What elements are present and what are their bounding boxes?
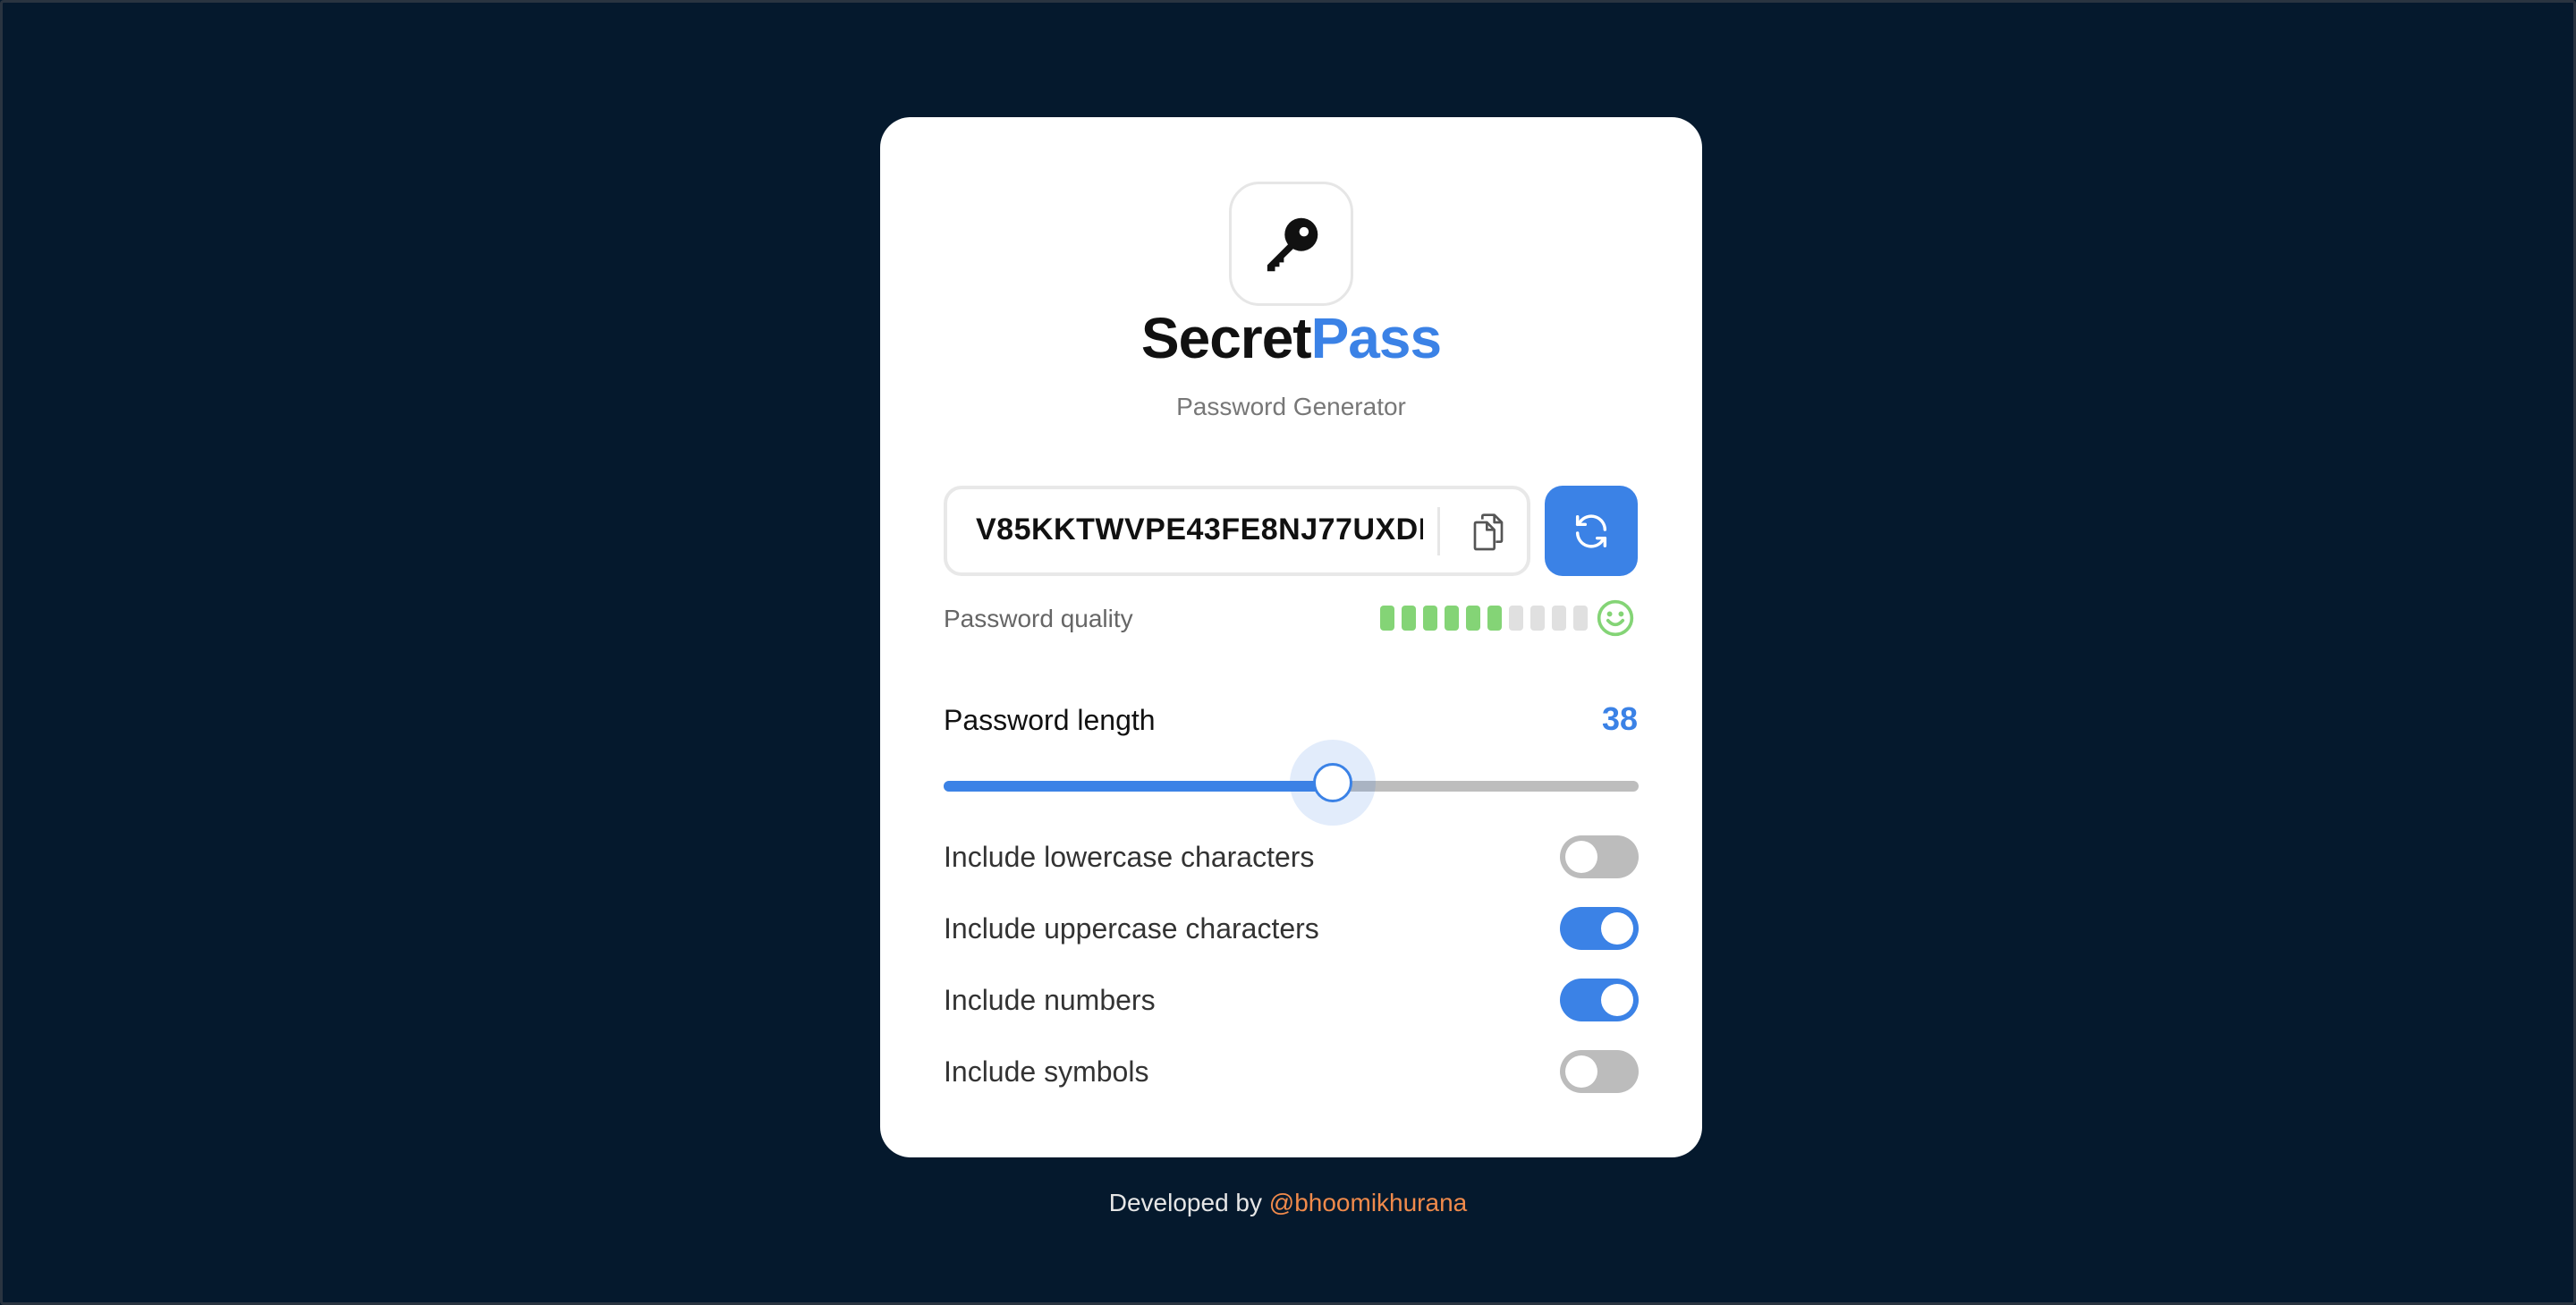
slider-fill bbox=[944, 781, 1334, 792]
refresh-icon bbox=[1575, 513, 1607, 548]
option-numbers: Include numbers bbox=[944, 979, 1639, 1023]
slider-thumb[interactable] bbox=[1313, 763, 1353, 802]
password-text[interactable]: V85KKTWVPE43FE8NJ77UXDEM bbox=[976, 513, 1423, 547]
toggle-symbols[interactable] bbox=[1560, 1050, 1639, 1093]
title-main: Secret bbox=[1140, 306, 1312, 370]
quality-segment bbox=[1530, 606, 1545, 631]
option-lowercase-label: Include lowercase characters bbox=[944, 841, 1315, 873]
key-icon bbox=[1267, 217, 1318, 271]
length-slider[interactable] bbox=[944, 740, 1639, 826]
toggle-knob bbox=[1601, 912, 1633, 945]
quality-segment bbox=[1487, 606, 1502, 631]
length-label: Password length bbox=[944, 704, 1156, 736]
generator-card: SecretPass Password Generator V85KKTWVPE… bbox=[880, 117, 1702, 1157]
footer-prefix: Developed by bbox=[1108, 1189, 1269, 1216]
copy-icon bbox=[1473, 513, 1504, 550]
footer: Developed by @bhoomikhurana bbox=[3, 1189, 2573, 1217]
toggle-uppercase[interactable] bbox=[1560, 907, 1639, 950]
length-value: 38 bbox=[1601, 700, 1638, 737]
copy-button[interactable] bbox=[1450, 489, 1527, 572]
password-output[interactable]: V85KKTWVPE43FE8NJ77UXDEM bbox=[944, 486, 1530, 576]
quality-segment bbox=[1466, 606, 1480, 631]
option-uppercase: Include uppercase characters bbox=[944, 907, 1639, 952]
option-numbers-label: Include numbers bbox=[944, 984, 1156, 1016]
quality-segment bbox=[1509, 606, 1523, 631]
option-symbols-label: Include symbols bbox=[944, 1055, 1149, 1088]
toggle-knob bbox=[1565, 1055, 1597, 1088]
app-window: SecretPass Password Generator V85KKTWVPE… bbox=[0, 0, 2576, 1305]
app-logo bbox=[1229, 182, 1353, 306]
title-accent: Pass bbox=[1310, 306, 1442, 370]
regenerate-button[interactable] bbox=[1545, 486, 1638, 576]
author-link[interactable]: @bhoomikhurana bbox=[1269, 1189, 1467, 1216]
smile-icon bbox=[1597, 599, 1634, 637]
quality-segment bbox=[1380, 606, 1394, 631]
toggle-numbers[interactable] bbox=[1560, 979, 1639, 1021]
app-title: SecretPass bbox=[880, 305, 1702, 371]
toggle-lowercase[interactable] bbox=[1560, 835, 1639, 878]
password-divider bbox=[1437, 507, 1440, 555]
quality-face bbox=[1596, 598, 1635, 642]
option-lowercase: Include lowercase characters bbox=[944, 835, 1639, 880]
quality-segment bbox=[1423, 606, 1437, 631]
quality-meter bbox=[1380, 606, 1588, 631]
toggle-knob bbox=[1565, 841, 1597, 873]
quality-segment bbox=[1402, 606, 1416, 631]
option-symbols: Include symbols bbox=[944, 1050, 1639, 1095]
quality-label: Password quality bbox=[944, 605, 1133, 632]
quality-segment bbox=[1552, 606, 1566, 631]
option-uppercase-label: Include uppercase characters bbox=[944, 912, 1319, 945]
quality-segment bbox=[1445, 606, 1459, 631]
quality-segment bbox=[1573, 606, 1588, 631]
app-subtitle: Password Generator bbox=[1176, 393, 1406, 420]
toggle-knob bbox=[1601, 984, 1633, 1016]
